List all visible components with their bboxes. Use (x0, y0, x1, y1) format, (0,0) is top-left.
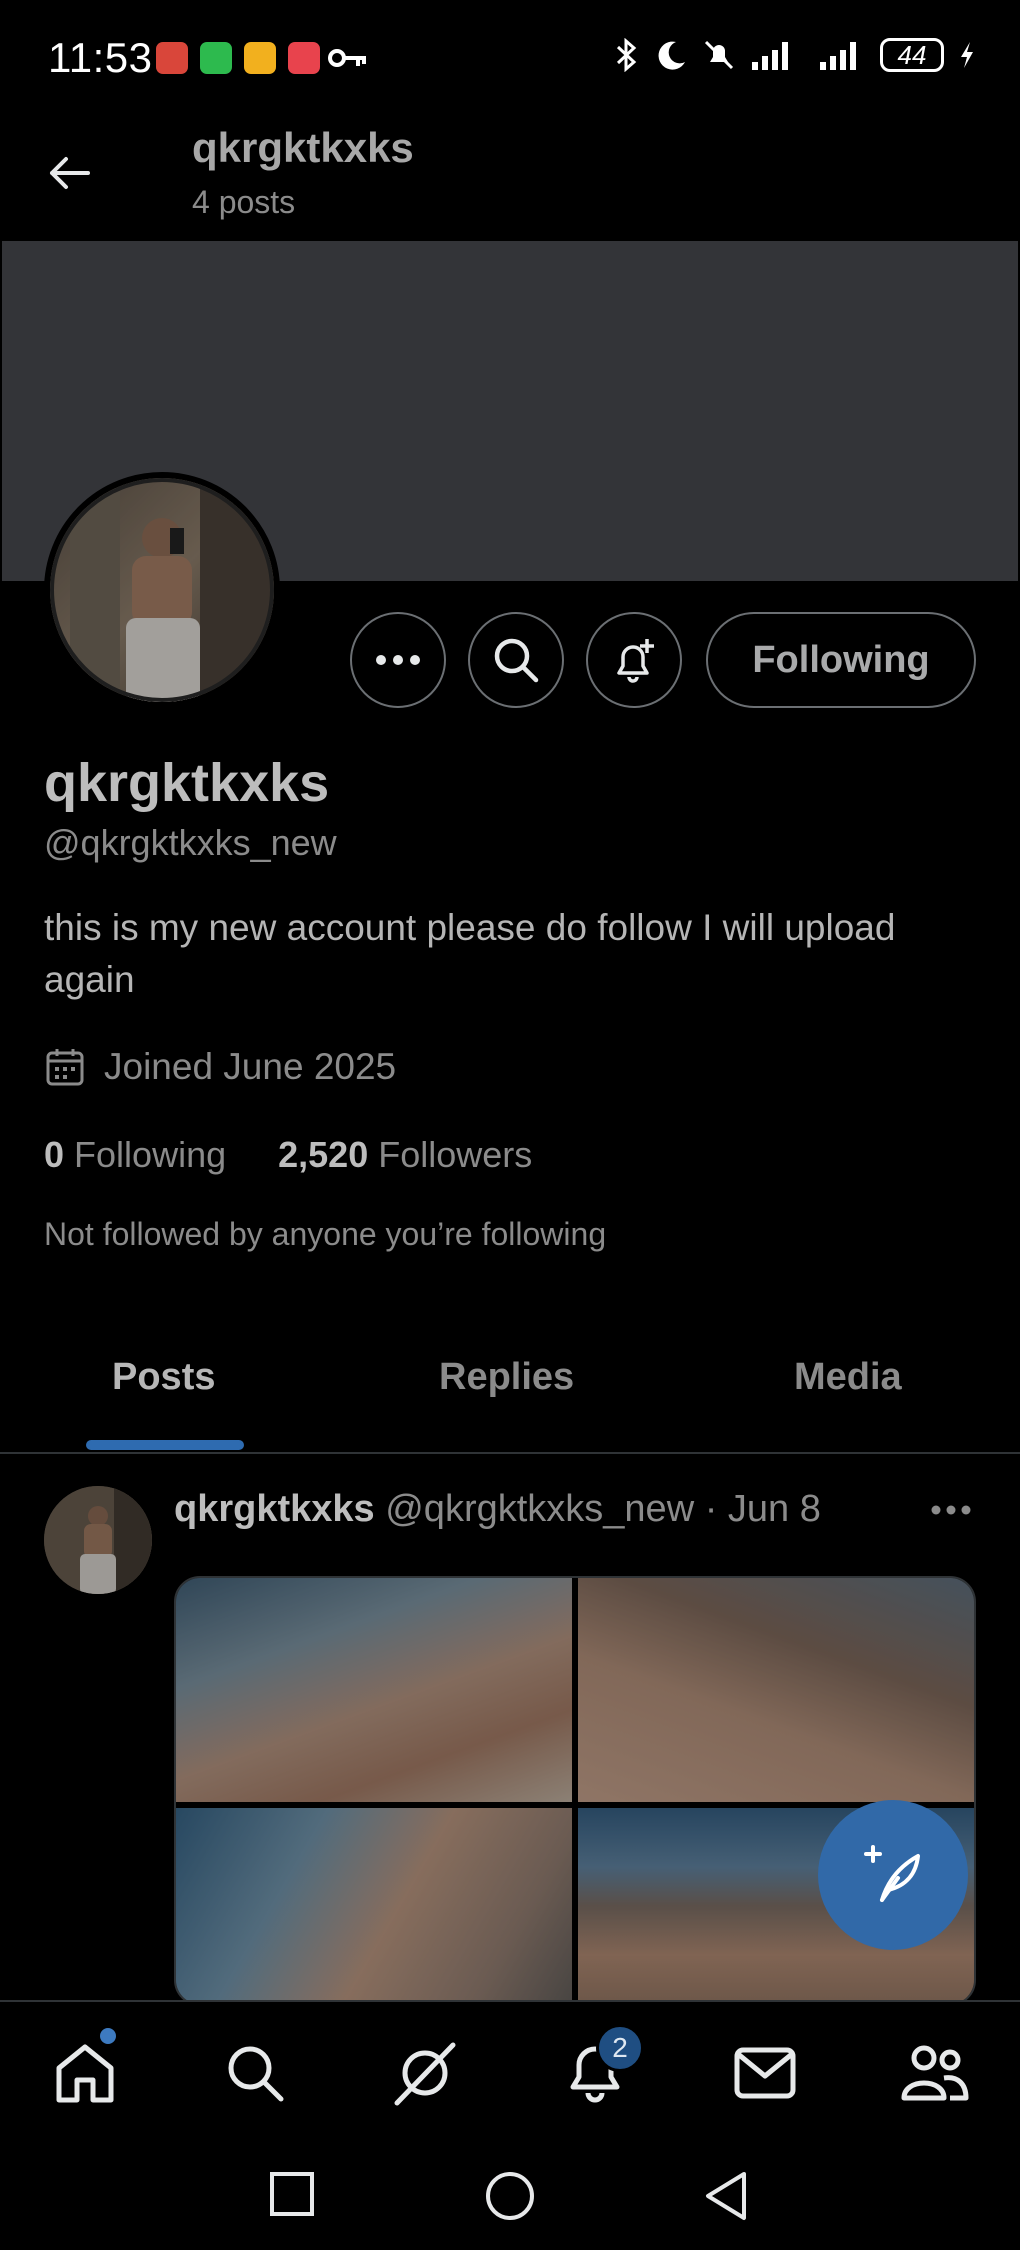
wechat-icon (200, 42, 232, 74)
communities-icon (901, 2045, 969, 2101)
status-bar: 11:53 44 (0, 0, 1020, 118)
followers-stat[interactable]: 2,520 Followers (278, 1134, 532, 1176)
search-icon (228, 2046, 284, 2102)
post-date: · Jun 8 (704, 1488, 821, 1530)
avatar-photo (44, 1486, 152, 1594)
nav-messages[interactable] (730, 2038, 800, 2108)
charging-icon (961, 42, 973, 68)
profile-avatar[interactable] (44, 472, 280, 708)
display-name: qkrgktkxks (44, 753, 330, 813)
recents-square-icon[interactable] (268, 2170, 316, 2218)
post-author-handle: @qkrgktkxks_new (385, 1488, 695, 1530)
user-handle: @qkrgktkxks_new (44, 822, 337, 863)
post-author-name[interactable]: qkrgktkxks (174, 1488, 375, 1530)
tab-media[interactable]: Media (794, 1356, 902, 1399)
app-notification-icon (156, 42, 188, 74)
signal-icon (752, 42, 788, 70)
status-time: 11:53 (48, 34, 153, 81)
system-navigation-bar (0, 2136, 1020, 2250)
grok-icon (394, 2042, 456, 2106)
new-content-dot (100, 2028, 116, 2044)
mute-icon (704, 40, 734, 70)
search-profile-button[interactable] (468, 612, 564, 708)
weibo-icon (244, 42, 276, 74)
active-tab-indicator (86, 1440, 244, 1450)
follow-stats: 0 Following 2,520 Followers (44, 1134, 532, 1176)
signal-icon (820, 42, 856, 70)
moon-icon (658, 41, 685, 70)
mutual-followers-text: Not followed by anyone you’re following (44, 1216, 607, 1252)
post-media-grid (174, 1576, 976, 2006)
back-triangle-icon[interactable] (702, 2170, 750, 2222)
joined-date: Joined June 2025 (44, 1046, 396, 1088)
more-options-button[interactable] (350, 612, 446, 708)
bluetooth-icon (616, 38, 637, 72)
bell-plus-icon (617, 639, 654, 683)
tab-posts[interactable]: Posts (112, 1356, 215, 1399)
post-image[interactable] (176, 1578, 572, 1802)
search-icon (494, 638, 539, 683)
system-icons: 44 (612, 38, 976, 72)
nav-home[interactable] (50, 2038, 120, 2108)
messages-icon (734, 2047, 796, 2099)
tab-replies[interactable]: Replies (439, 1356, 574, 1399)
joined-text: Joined June 2025 (104, 1046, 397, 1087)
home-icon (56, 2044, 114, 2103)
following-button[interactable]: Following (706, 612, 976, 708)
back-arrow-icon[interactable] (44, 148, 94, 198)
post-more-icon[interactable] (930, 1504, 972, 1516)
battery-indicator: 44 (880, 38, 944, 72)
nav-grok[interactable] (390, 2038, 460, 2108)
following-count: 0 (44, 1134, 65, 1175)
header-title: qkrgktkxks (192, 124, 414, 171)
nav-communities[interactable] (900, 2038, 970, 2108)
vpn-key-icon (328, 49, 366, 67)
calendar-icon (46, 1049, 84, 1086)
profile-header: qkrgktkxks 4 posts (0, 118, 1020, 240)
profile-bio: this is my new account please do follow … (44, 907, 896, 1000)
profile-tabs: Posts Replies Media (0, 1330, 1020, 1454)
compose-feather-icon (864, 1845, 920, 1902)
nav-search[interactable] (220, 2038, 290, 2108)
more-dots-icon (376, 655, 420, 665)
post-header: qkrgktkxks @qkrgktkxks_new · Jun 8 (174, 1488, 821, 1531)
following-stat-label: Following (74, 1134, 227, 1175)
post-author-avatar[interactable] (44, 1486, 152, 1594)
followers-count: 2,520 (278, 1134, 369, 1175)
post-image[interactable] (578, 1578, 974, 1802)
bottom-navigation (0, 2000, 1020, 2136)
header-post-count: 4 posts (192, 184, 296, 220)
notifications-badge: 2 (596, 2024, 644, 2072)
following-stat[interactable]: 0 Following (44, 1134, 226, 1176)
post-image[interactable] (176, 1808, 572, 2004)
home-circle-icon[interactable] (484, 2170, 536, 2222)
followers-stat-label: Followers (378, 1134, 533, 1175)
notification-icons (156, 42, 320, 74)
app-notification-icon (288, 42, 320, 74)
compose-post-button[interactable] (818, 1800, 968, 1950)
notify-button[interactable] (586, 612, 682, 708)
